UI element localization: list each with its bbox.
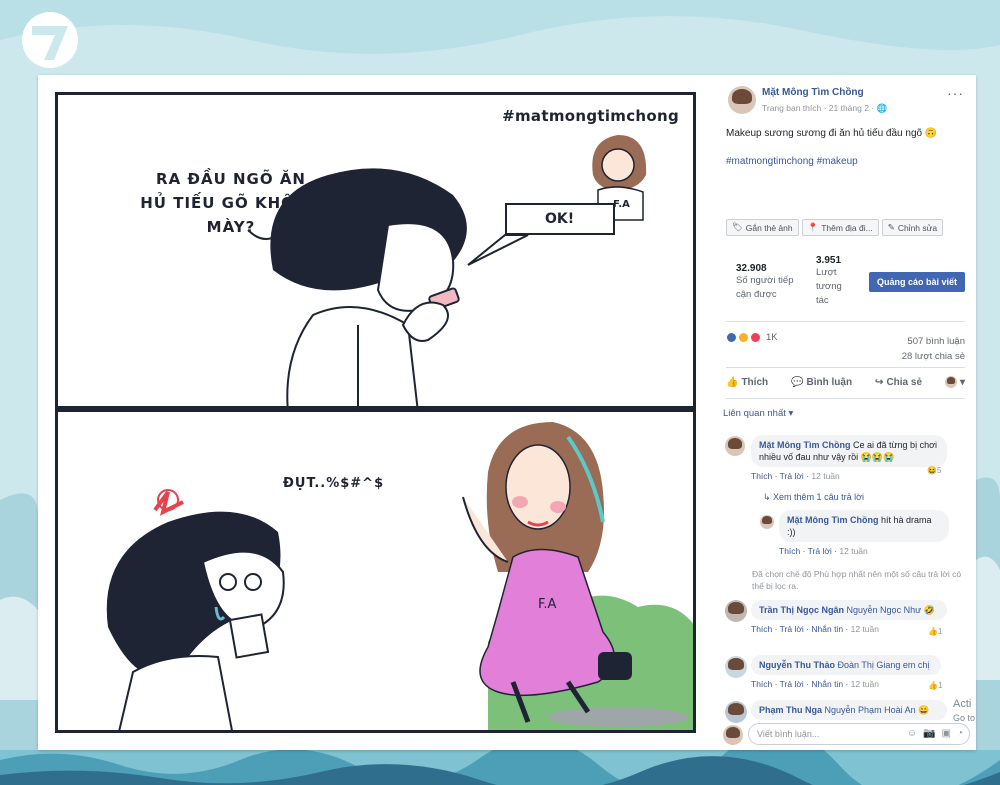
tag-icon: 🏷 xyxy=(732,222,743,232)
location-pin-icon: 📍 xyxy=(807,222,819,232)
sort-comments-dropdown[interactable]: Liên quan nhất ▾ xyxy=(723,408,793,419)
thumbs-up-icon: 👍 xyxy=(726,376,739,388)
comment-time[interactable]: 12 tuần xyxy=(811,471,839,481)
like-reaction-icon xyxy=(726,332,737,343)
comments-list: Mặt Mông Tìm Chồng Ce ai đã từng bị chơi… xyxy=(715,430,976,723)
reactions-summary[interactable]: 1K xyxy=(726,332,778,343)
like-reaction-icon: 👍 xyxy=(928,627,938,636)
seven-logo-icon xyxy=(22,12,78,68)
comment-like-link[interactable]: Thích xyxy=(751,679,772,689)
like-button[interactable]: 👍 Thích xyxy=(726,376,768,388)
reach-stat: 32.908 Số người tiếp cận được xyxy=(736,263,794,300)
engagement-stat: 3.951 Lượt tương tác xyxy=(816,255,842,306)
fa-shirt-text: F.A xyxy=(613,199,630,210)
comment-time[interactable]: 12 tuần xyxy=(851,624,879,634)
promote-post-button[interactable]: Quảng cáo bài viết xyxy=(869,272,965,292)
post-card: #matmongtimchong RA ĐẦU NGÕ ĂN HỦ TIẾU G… xyxy=(38,75,976,750)
comment-author[interactable]: Mặt Mông Tìm Chồng xyxy=(787,515,878,525)
comment-time[interactable]: 12 tuần xyxy=(851,679,879,689)
avatar[interactable] xyxy=(725,436,745,456)
comment-time[interactable]: 12 tuần xyxy=(839,546,867,556)
divider xyxy=(726,367,965,368)
comment-author[interactable]: Mặt Mông Tìm Chồng xyxy=(759,440,850,450)
like-reaction-icon: 👍 xyxy=(928,681,938,690)
comment-like-link[interactable]: Thích xyxy=(751,471,772,481)
comment-text: Nguyễn Phạm Hoài An 😄 xyxy=(824,705,930,715)
post-sidebar: Mặt Mông Tìm Chồng Trang bạn thích · 21 … xyxy=(715,75,976,750)
comment-reply-link[interactable]: Trả lời xyxy=(808,546,832,556)
comment-item: Phạm Thu Nga Nguyễn Phạm Hoài An 😄 xyxy=(751,700,961,720)
girl-phone-illustration xyxy=(247,135,647,406)
comment-reply-link[interactable]: Trả lời xyxy=(780,624,804,634)
comment-like-link[interactable]: Thích xyxy=(751,624,772,634)
more-options-icon[interactable]: ··· xyxy=(947,85,964,101)
ok-reply-bubble: OK! xyxy=(505,203,615,235)
comment-reaction-count[interactable]: 👍1 xyxy=(928,681,942,690)
comic-panel-top: #matmongtimchong RA ĐẦU NGÕ ĂN HỦ TIẾU G… xyxy=(55,92,696,409)
haha-reaction-icon xyxy=(738,332,749,343)
post-text: Makeup sương sương đi ăn hủ tiếu đầu ngõ… xyxy=(726,128,938,139)
comment-button[interactable]: 💬 Bình luận xyxy=(791,376,852,388)
comment-reply-link[interactable]: Trả lời xyxy=(780,679,804,689)
comment-message-link[interactable]: Nhắn tin xyxy=(811,624,843,634)
comic-panel-bottom: ĐỤT..%$#^$ F.A xyxy=(55,409,696,733)
page-avatar[interactable] xyxy=(728,86,756,114)
windows-activation-watermark: Acti Go to xyxy=(953,698,976,723)
speech-bubble-icon: 💬 xyxy=(791,376,804,388)
photo-actions: 🏷 Gắn thẻ ảnh 📍 Thêm địa đi... ✎ Chỉnh sửa xyxy=(726,219,944,236)
reply-item: Mặt Mông Tìm Chồng hít hà drama :)) Thíc… xyxy=(779,510,964,557)
two-girls-illustration xyxy=(106,422,693,730)
avatar xyxy=(723,725,743,745)
post-hashtags[interactable]: #matmongtimchong #makeup xyxy=(726,156,858,167)
comic-image[interactable]: #matmongtimchong RA ĐẦU NGÕ ĂN HỦ TIẾU G… xyxy=(38,75,715,750)
share-button[interactable]: ↪ Chia sẻ xyxy=(875,376,922,388)
camera-icon[interactable]: 📷 xyxy=(923,728,935,739)
page-name[interactable]: Mặt Mông Tìm Chồng xyxy=(762,87,864,98)
sticker-icon[interactable]: ◔ xyxy=(957,728,963,739)
avatar[interactable] xyxy=(760,515,774,529)
action-bar: 👍 Thích 💬 Bình luận ↪ Chia sẻ ▾ xyxy=(726,376,965,388)
engagement-counts: 507 bình luận 28 lượt chia sẻ xyxy=(902,334,965,364)
comment-like-link[interactable]: Thích xyxy=(779,546,800,556)
pencil-icon: ✎ xyxy=(887,222,895,232)
comment-author[interactable]: Nguyễn Thu Thảo xyxy=(759,660,835,670)
avatar[interactable] xyxy=(725,600,747,622)
fa-dress-text: F.A xyxy=(538,597,557,612)
globe-icon: 🌐 xyxy=(876,103,888,113)
comment-text: Đoàn Thị Giang em chị xyxy=(837,660,930,670)
comment-message-link[interactable]: Nhắn tin xyxy=(811,679,843,689)
gif-icon[interactable]: ▣ xyxy=(942,728,951,739)
view-more-replies-link[interactable]: ↳ Xem thêm 1 câu trả lời xyxy=(763,492,864,503)
comment-item: Mặt Mông Tìm Chồng Ce ai đã từng bị chơi… xyxy=(751,435,951,482)
comment-reaction-count[interactable]: 👍1 xyxy=(928,627,942,636)
filter-note: Đã chọn chế độ Phù hợp nhất nên một số c… xyxy=(752,569,962,591)
avatar[interactable] xyxy=(725,701,747,723)
emoji-icon[interactable]: ☺ xyxy=(907,728,917,739)
comment-count[interactable]: 507 bình luận xyxy=(902,334,965,349)
share-count[interactable]: 28 lượt chia sẻ xyxy=(902,349,965,364)
comment-text: Nguyễn Ngọc Như 🤣 xyxy=(846,605,935,615)
edit-button[interactable]: ✎ Chỉnh sửa xyxy=(881,219,944,236)
avatar[interactable] xyxy=(725,656,747,678)
post-meta: Trang bạn thích · 21 tháng 2 · 🌐 xyxy=(762,103,888,113)
avatar xyxy=(944,376,957,388)
comment-input[interactable]: Viết bình luận... ☺ 📷 ▣ ◔ xyxy=(748,723,970,745)
share-arrow-icon: ↪ xyxy=(875,376,884,388)
post-as-selector[interactable]: ▾ xyxy=(944,376,965,388)
divider xyxy=(726,321,965,322)
comment-author[interactable]: Trần Thị Ngọc Ngân xyxy=(759,605,844,615)
haha-reaction-icon: 😆 xyxy=(927,466,937,475)
comment-reply-link[interactable]: Trả lời xyxy=(780,471,804,481)
comment-reaction-count[interactable]: 😆5 xyxy=(927,466,941,475)
divider xyxy=(726,398,965,399)
add-location-button[interactable]: 📍 Thêm địa đi... xyxy=(801,219,879,236)
comment-author[interactable]: Phạm Thu Nga xyxy=(759,705,822,715)
tag-photo-button[interactable]: 🏷 Gắn thẻ ảnh xyxy=(726,219,799,236)
love-reaction-icon xyxy=(750,332,761,343)
